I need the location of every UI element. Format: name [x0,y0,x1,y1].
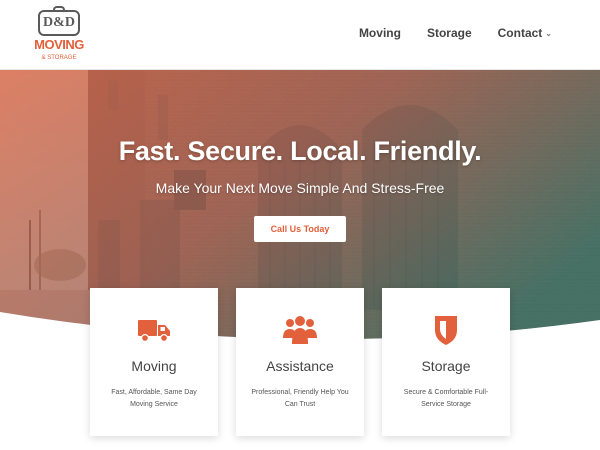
logo-subtitle: & STORAGE [41,55,77,61]
card-description: Secure & Comfortable Full-Service Storag… [403,389,489,408]
truck-icon [138,320,170,343]
card-title: Storage [421,358,471,374]
card-description: Fast, Affordable, Same Day Moving Servic… [111,389,197,408]
hero-content: Fast. Secure. Local. Friendly. Make Your… [0,136,600,242]
call-us-button[interactable]: Call Us Today [253,216,347,242]
chevron-down-icon: ⌄ [545,28,552,38]
logo[interactable]: D&D MOVING & STORAGE [34,6,84,64]
nav-item-contact[interactable]: Contact ⌄ [498,26,552,40]
nav-item-label: Storage [426,26,472,40]
hero-title: Fast. Secure. Local. Friendly. [118,136,482,166]
main-nav: Moving Storage Contact ⌄ [359,26,552,40]
logo-initials: D&D [38,10,80,36]
card-title: Moving [131,358,177,374]
card-description: Professional, Friendly Help You Can Trus… [251,389,349,408]
service-card-assistance[interactable]: Assistance Professional, Friendly Help Y… [236,288,364,436]
service-card-moving[interactable]: Moving Fast, Affordable, Same Day Moving… [90,288,218,436]
service-card-storage[interactable]: Storage Secure & Comfortable Full-Servic… [382,288,510,436]
hero-subtitle: Make Your Next Move Simple And Stress-Fr… [155,180,445,196]
site-header: D&D MOVING & STORAGE Moving Storage Cont… [0,0,600,70]
logo-wordmark: MOVING [34,37,84,52]
nav-item-storage[interactable]: Storage [427,26,472,40]
people-group-icon [283,316,317,344]
card-title: Assistance [266,358,334,374]
nav-item-label: Moving [358,26,401,40]
shield-icon [435,316,457,345]
nav-item-moving[interactable]: Moving [359,26,401,40]
nav-item-label: Contact [497,26,543,40]
